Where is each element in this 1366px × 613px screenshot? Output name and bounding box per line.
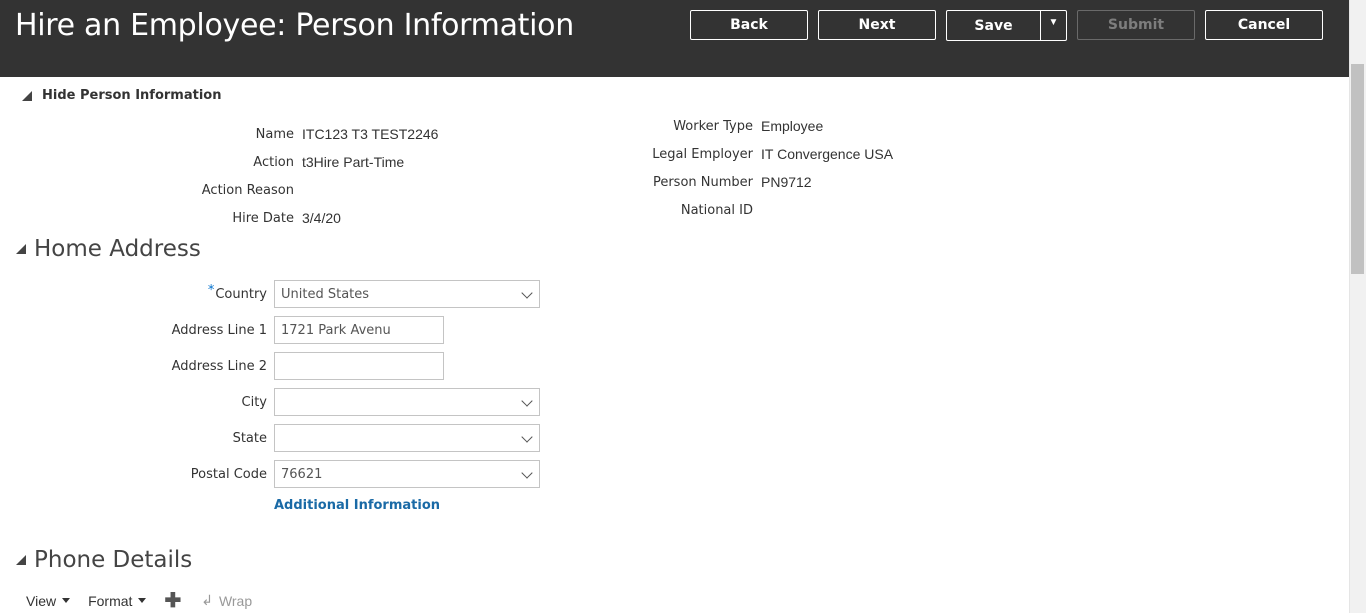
vertical-scrollbar[interactable]: [1349, 0, 1366, 613]
city-label: City: [241, 395, 267, 410]
collapse-triangle-icon: [16, 555, 26, 565]
action-value: t3Hire Part-Time: [302, 154, 405, 170]
legal-employer-label: Legal Employer: [652, 147, 753, 162]
person-number-value: PN9712: [761, 174, 812, 190]
submit-button: Submit: [1077, 10, 1195, 40]
save-split-button[interactable]: Save ▼: [946, 10, 1067, 41]
caret-down-icon: [138, 598, 147, 603]
address-line-2-label: Address Line 2: [171, 359, 267, 374]
action-label: Action: [253, 155, 294, 170]
hire-date-label: Hire Date: [232, 211, 294, 226]
page-header: Hire an Employee: Person Information Bac…: [0, 0, 1366, 77]
chevron-down-icon: [521, 287, 533, 299]
worker-type-label: Worker Type: [673, 119, 753, 134]
chevron-down-icon: [521, 395, 533, 407]
required-marker: *: [207, 283, 215, 298]
chevron-down-icon: [521, 467, 533, 479]
save-dropdown-icon[interactable]: ▼: [1040, 11, 1066, 40]
hide-person-info-label: Hide Person Information: [42, 88, 222, 103]
national-id-label: National ID: [680, 203, 753, 218]
postal-code-label: Postal Code: [190, 467, 267, 482]
phone-details-heading: Phone Details: [34, 547, 193, 573]
format-menu[interactable]: Format: [88, 592, 147, 609]
person-number-label: Person Number: [652, 175, 753, 190]
caret-down-icon: [62, 598, 71, 603]
view-menu[interactable]: View: [26, 592, 71, 609]
additional-information-link[interactable]: Additional Information: [274, 498, 440, 513]
city-select[interactable]: [274, 388, 540, 416]
plus-icon[interactable]: ✚: [164, 591, 181, 611]
collapse-triangle-icon: [16, 244, 26, 254]
postal-code-select[interactable]: 76621: [274, 460, 540, 488]
scrollbar-thumb[interactable]: [1351, 64, 1364, 274]
wrap-button: ↲ Wrap: [201, 592, 252, 609]
format-menu-label: Format: [88, 592, 133, 609]
address-line-1-value: 1721 Park Avenu: [281, 323, 391, 338]
address-line-1-label: Address Line 1: [171, 323, 267, 338]
chevron-down-icon: [521, 431, 533, 443]
postal-code-value: 76621: [281, 467, 323, 482]
country-label: *Country: [207, 283, 267, 302]
state-select[interactable]: [274, 424, 540, 452]
home-address-section-toggle[interactable]: Home Address: [16, 236, 201, 262]
hire-date-value: 3/4/20: [302, 210, 341, 226]
save-button[interactable]: Save: [947, 11, 1040, 40]
hide-person-info-toggle[interactable]: Hide Person Information: [22, 88, 221, 103]
state-label: State: [232, 431, 267, 446]
worker-type-value: Employee: [761, 118, 824, 134]
page-title: Hire an Employee: Person Information: [15, 8, 574, 43]
next-button[interactable]: Next: [818, 10, 936, 40]
collapse-triangle-icon: [22, 90, 32, 101]
phone-details-toolbar: View Format ✚ ↲ Wrap: [26, 591, 252, 611]
address-line-1-input[interactable]: 1721 Park Avenu: [274, 316, 444, 344]
name-label: Name: [255, 127, 294, 142]
view-menu-label: View: [26, 592, 57, 609]
country-select[interactable]: United States: [274, 280, 540, 308]
phone-details-section-toggle[interactable]: Phone Details: [16, 547, 192, 573]
cancel-button[interactable]: Cancel: [1205, 10, 1323, 40]
back-button[interactable]: Back: [690, 10, 808, 40]
action-reason-label: Action Reason: [201, 183, 294, 198]
country-select-value: United States: [281, 287, 370, 302]
name-value: ITC123 T3 TEST2246: [302, 126, 439, 142]
wrap-label: Wrap: [218, 592, 253, 609]
home-address-heading: Home Address: [34, 236, 201, 262]
address-line-2-input[interactable]: [274, 352, 444, 380]
legal-employer-value: IT Convergence USA: [761, 146, 894, 162]
wrap-icon: ↲: [201, 592, 213, 608]
